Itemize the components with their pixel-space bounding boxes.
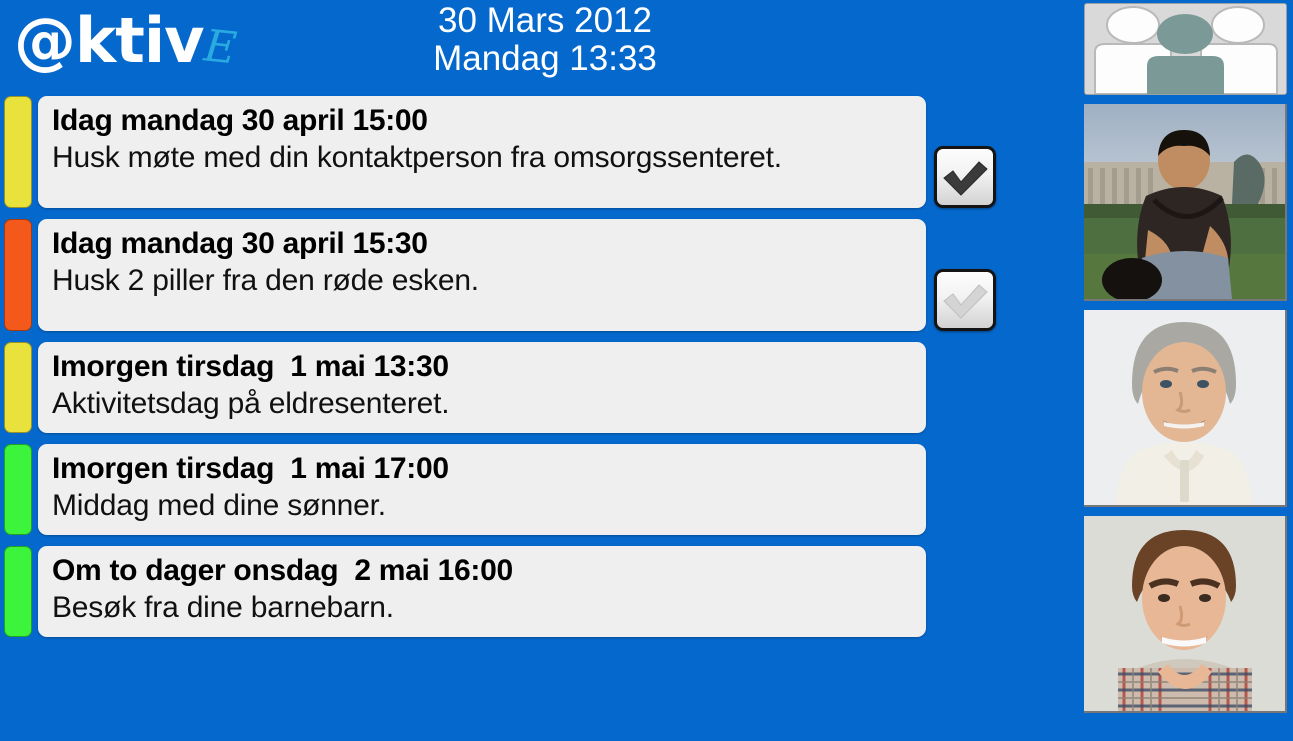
reminder-title: Idag mandag 30 april 15:30 [52, 227, 428, 260]
reminder-card[interactable]: Imorgen tirsdag 1 mai 13:30 Aktivitetsdag… [38, 342, 926, 433]
reminder-card[interactable]: Idag mandag 30 april 15:00 Husk møte med … [38, 96, 926, 208]
contacts-group-tile[interactable] [1083, 3, 1287, 95]
reminder-body: Husk 2 piller fra den røde esken. [52, 264, 479, 297]
contacts-group-icon [1084, 4, 1286, 94]
reminder-checkbox-slot [926, 96, 1004, 208]
reminder-checkbox-slot [926, 444, 1004, 535]
reminder-row[interactable]: Imorgen tirsdag 1 mai 17:00 Middag med di… [0, 444, 1077, 535]
reminder-priority-bar [4, 546, 32, 637]
reminder-priority-bar [4, 96, 32, 208]
clock: 30 Mars 2012 Mandag 13:33 [330, 0, 760, 78]
reminder-card[interactable]: Idag mandag 30 april 15:30 Husk 2 piller … [38, 219, 926, 331]
reminder-priority-bar [4, 219, 32, 331]
reminder-priority-bar [4, 444, 32, 535]
reminder-title: Imorgen tirsdag 1 mai 13:30 [52, 350, 449, 383]
header: @ktiv E 30 Mars 2012 Mandag 13:33 [0, 0, 1077, 92]
reminder-card[interactable]: Om to dager onsdag 2 mai 16:00 Besøk fra … [38, 546, 926, 637]
reminder-title: Idag mandag 30 april 15:00 [52, 104, 428, 137]
reminder-title: Om to dager onsdag 2 mai 16:00 [52, 554, 513, 587]
check-icon [943, 284, 988, 319]
logo-text: @ktiv [14, 4, 205, 77]
reminder-checkbox-slot [926, 342, 1004, 433]
contact-photo-tile[interactable] [1083, 104, 1287, 301]
reminder-priority-bar [4, 342, 32, 433]
check-icon [943, 161, 988, 196]
reminder-body: Besøk fra dine barnebarn. [52, 591, 394, 624]
reminder-body: Husk møte med din kontaktperson fra omso… [52, 141, 782, 174]
reminder-row[interactable]: Idag mandag 30 april 15:00 Husk møte med … [0, 96, 1077, 208]
reminder-card[interactable]: Imorgen tirsdag 1 mai 17:00 Middag med di… [38, 444, 926, 535]
contact-photo-tile[interactable] [1083, 310, 1287, 507]
clock-time: Mandag 13:33 [433, 39, 657, 78]
reminder-checkbox-unchecked[interactable] [934, 269, 996, 331]
contact-photo-tile[interactable] [1083, 516, 1287, 713]
clock-date: 30 Mars 2012 [437, 1, 653, 40]
contact-photo-young-man-outdoors [1083, 104, 1285, 299]
contact-photo-grey-haired-man [1083, 310, 1285, 505]
contact-photo-young-man-checked-shirt [1083, 516, 1285, 711]
main-column: @ktiv E 30 Mars 2012 Mandag 13:33 Idag ma… [0, 0, 1077, 741]
reminder-checkbox-slot [926, 546, 1004, 637]
reminder-body: Middag med dine sønner. [52, 489, 386, 522]
reminder-list: Idag mandag 30 april 15:00 Husk møte med … [0, 96, 1077, 648]
reminder-checkbox-checked[interactable] [934, 146, 996, 208]
reminder-checkbox-slot [926, 219, 1004, 331]
contacts-sidebar [1077, 0, 1293, 741]
app-root: @ktiv E 30 Mars 2012 Mandag 13:33 Idag ma… [0, 0, 1293, 741]
app-logo: @ktiv E [14, 4, 239, 77]
reminder-body: Aktivitetsdag på eldresenteret. [52, 387, 450, 420]
reminder-title: Imorgen tirsdag 1 mai 17:00 [52, 452, 449, 485]
logo-accent-letter: E [201, 20, 239, 75]
reminder-row[interactable]: Om to dager onsdag 2 mai 16:00 Besøk fra … [0, 546, 1077, 637]
reminder-row[interactable]: Imorgen tirsdag 1 mai 13:30 Aktivitetsdag… [0, 342, 1077, 433]
reminder-row[interactable]: Idag mandag 30 april 15:30 Husk 2 piller … [0, 219, 1077, 331]
